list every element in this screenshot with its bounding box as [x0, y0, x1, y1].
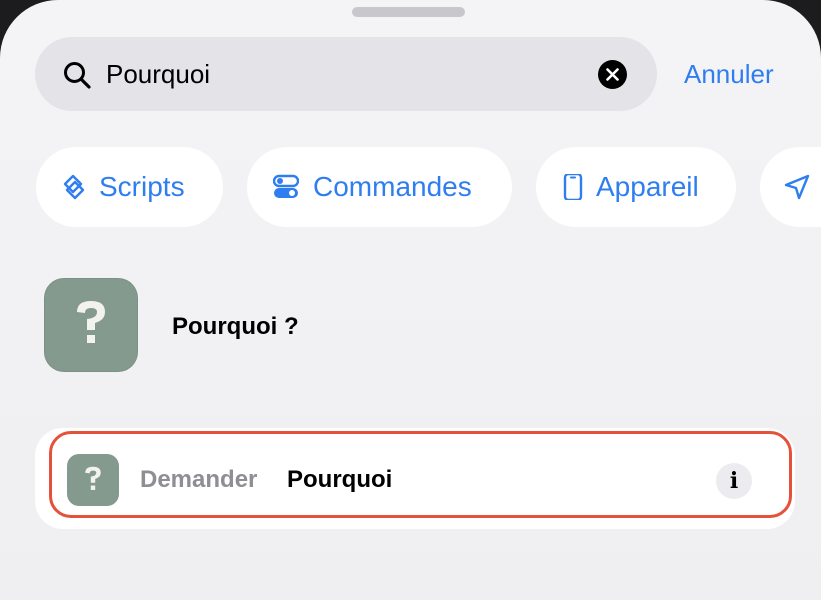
chip-label: Appareil — [596, 171, 699, 202]
filter-chip-location[interactable] — [760, 147, 821, 227]
chip-label: Commandes — [313, 171, 472, 202]
sheet-grabber[interactable] — [352, 7, 465, 17]
toggles-icon — [273, 174, 299, 198]
info-button[interactable]: i — [716, 463, 752, 499]
search-icon — [64, 62, 91, 89]
action-verb: Demander — [140, 466, 258, 493]
info-icon: i — [729, 468, 739, 494]
clear-search-button[interactable] — [598, 60, 627, 89]
search-input[interactable] — [106, 52, 576, 96]
location-arrow-icon — [784, 174, 810, 200]
cancel-button[interactable]: Annuler — [684, 57, 774, 91]
filter-chip-commandes[interactable]: Commandes — [247, 147, 512, 227]
chip-label: Scripts — [99, 171, 185, 202]
iphone-icon — [563, 174, 583, 200]
action-object: Pourquoi — [287, 466, 393, 493]
search-sheet: Annuler Scripts Commandes Appareil — [0, 0, 821, 600]
filter-chip-appareil[interactable]: Appareil — [536, 147, 736, 227]
close-icon — [606, 68, 619, 81]
question-mark-app-icon — [67, 454, 119, 506]
filter-chip-scripts[interactable]: Scripts — [36, 147, 223, 227]
question-mark-app-icon[interactable] — [44, 278, 138, 372]
app-result-title[interactable]: Pourquoi ? — [172, 312, 299, 342]
scripts-icon — [63, 174, 85, 200]
